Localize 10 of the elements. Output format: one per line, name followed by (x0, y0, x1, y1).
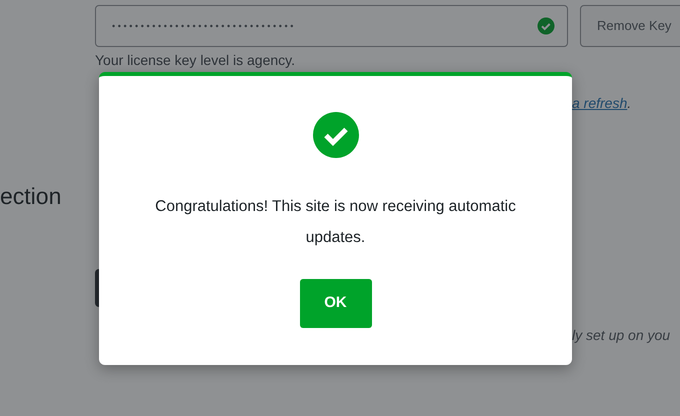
section-heading: ection (0, 183, 62, 209)
license-key-field[interactable]: •••••••••••••••••••••••••••••••• (95, 5, 568, 47)
refresh-link[interactable]: a refresh (572, 95, 628, 111)
ok-button[interactable]: OK (300, 279, 372, 328)
note-text: ly set up on you (572, 327, 670, 343)
license-level-text: Your license key level is agency. (95, 52, 295, 68)
punctuation-text: . (627, 95, 632, 111)
dialog-message: Congratulations! This site is now receiving automatic updates. (154, 197, 517, 248)
remove-key-button[interactable]: Remove Key (580, 5, 680, 47)
success-check-icon (312, 112, 358, 158)
